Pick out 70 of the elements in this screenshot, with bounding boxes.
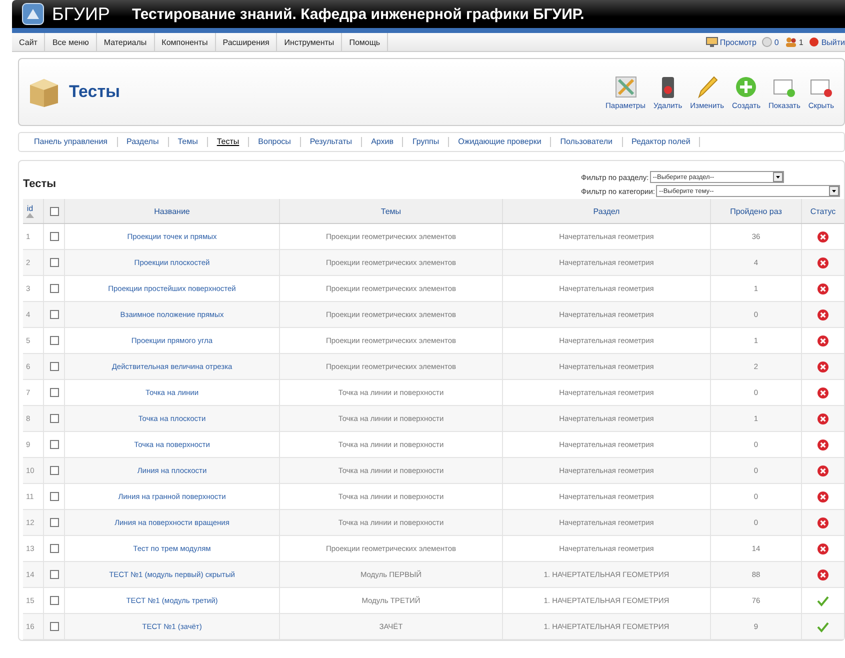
- submenu-tab[interactable]: Темы: [168, 137, 208, 147]
- cross-icon[interactable]: [817, 334, 829, 346]
- sort-arrow-icon: [26, 213, 34, 218]
- submenu-tab[interactable]: Тесты: [208, 137, 250, 147]
- add-icon: [734, 74, 758, 98]
- row-checkbox[interactable]: [50, 362, 58, 372]
- logout-icon: [809, 37, 820, 47]
- row-checkbox[interactable]: [50, 570, 58, 580]
- submenu-tab[interactable]: Разделы: [118, 137, 169, 147]
- cross-icon[interactable]: [817, 464, 829, 476]
- cross-icon[interactable]: [817, 282, 829, 294]
- logo-text: БГУИР: [52, 4, 110, 24]
- pencil-icon: [695, 74, 720, 98]
- select-all-checkbox[interactable]: [50, 206, 58, 216]
- cross-icon[interactable]: [817, 412, 829, 424]
- page-title: Тесты: [69, 82, 120, 102]
- message-count: 0: [774, 38, 779, 46]
- submenu-tab[interactable]: Архив: [362, 137, 404, 147]
- submenu-tab[interactable]: Панель управления: [25, 137, 118, 147]
- preview-link[interactable]: Просмотр: [720, 38, 756, 46]
- users-icon: [784, 37, 797, 47]
- logo-icon: [22, 3, 44, 25]
- submenu-tab[interactable]: Ожидающие проверки: [449, 137, 552, 147]
- submenu-tab[interactable]: Вопросы: [249, 137, 301, 147]
- logout-link[interactable]: Выйти: [821, 38, 845, 46]
- list-title: Тесты: [23, 178, 56, 190]
- row-checkbox[interactable]: [50, 232, 58, 242]
- column-header[interactable]: Темы: [380, 206, 402, 216]
- site-title: Тестирование знаний. Кафедра инженерной графики БГУИР.: [132, 6, 584, 22]
- submenu-tab[interactable]: Группы: [403, 137, 450, 147]
- user-count: 1: [798, 38, 804, 46]
- cross-icon[interactable]: [817, 230, 829, 242]
- menu-item[interactable]: Материалы: [96, 33, 155, 51]
- menu-item[interactable]: Сайт: [12, 33, 46, 51]
- cross-icon[interactable]: [817, 516, 829, 528]
- row-checkbox[interactable]: [50, 414, 58, 424]
- check-icon[interactable]: [817, 620, 829, 632]
- row-checkbox[interactable]: [50, 388, 58, 398]
- cross-icon[interactable]: [817, 542, 829, 554]
- row-checkbox[interactable]: [50, 284, 58, 294]
- cross-icon[interactable]: [817, 490, 829, 502]
- row-checkbox[interactable]: [50, 544, 58, 554]
- menu-item[interactable]: Все меню: [45, 33, 97, 51]
- row-checkbox[interactable]: [50, 466, 58, 476]
- row-checkbox[interactable]: [50, 622, 58, 632]
- row-checkbox[interactable]: [50, 440, 58, 450]
- cross-icon[interactable]: [817, 568, 829, 580]
- cross-icon[interactable]: [817, 438, 829, 450]
- menu-item[interactable]: Компоненты: [154, 33, 216, 51]
- row-checkbox[interactable]: [50, 310, 58, 320]
- menu-item[interactable]: Расширения: [216, 33, 278, 51]
- check-icon[interactable]: [817, 594, 829, 606]
- menu-item[interactable]: Помощь: [342, 33, 388, 51]
- cross-icon[interactable]: [817, 360, 829, 372]
- tools-icon: [614, 74, 638, 98]
- row-checkbox[interactable]: [50, 518, 58, 528]
- row-checkbox[interactable]: [50, 596, 58, 606]
- column-header[interactable]: Название: [154, 206, 190, 216]
- submenu-tab[interactable]: Редактор полей: [622, 137, 700, 147]
- submenu-tab[interactable]: Результаты: [300, 137, 362, 147]
- column-header[interactable]: Раздел: [593, 206, 620, 216]
- submenu-tab[interactable]: Пользователи: [551, 137, 622, 147]
- cross-icon[interactable]: [817, 386, 829, 398]
- menu-item[interactable]: Инструменты: [277, 33, 342, 51]
- row-checkbox[interactable]: [50, 492, 58, 502]
- row-checkbox[interactable]: [50, 258, 58, 268]
- monitor-icon: [706, 37, 718, 47]
- cross-icon[interactable]: [817, 256, 829, 268]
- cross-icon[interactable]: [817, 308, 829, 320]
- row-checkbox[interactable]: [50, 336, 58, 346]
